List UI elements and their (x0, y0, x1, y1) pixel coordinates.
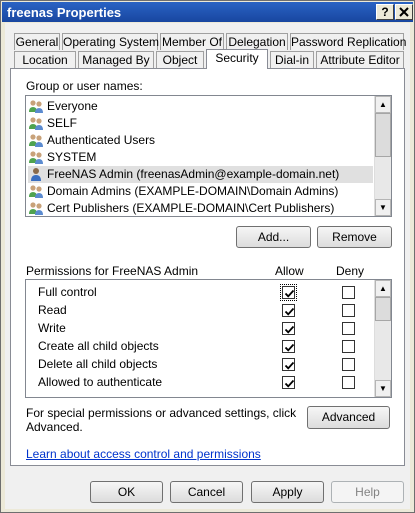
allow-header: Allow (275, 264, 304, 278)
title-bar[interactable]: freenas Properties ? (2, 2, 413, 22)
user-list-item[interactable]: Authenticated Users (28, 132, 373, 149)
scroll-thumb[interactable] (375, 297, 391, 321)
user-list-item[interactable]: Everyone (28, 98, 373, 115)
user-icon (28, 167, 44, 181)
allow-checkbox[interactable] (282, 358, 295, 371)
permissions-list[interactable]: Full control Read Write Create all child ob… (25, 279, 392, 398)
tab-general[interactable]: General (14, 33, 60, 50)
group-users-label: Group or user names: (26, 79, 143, 93)
scroll-down-arrow-icon[interactable]: ▼ (375, 380, 391, 397)
group-icon (28, 116, 44, 130)
special-permissions-text-line2: Advanced. (26, 420, 83, 434)
scroll-thumb[interactable] (375, 113, 391, 157)
scroll-up-arrow-icon[interactable]: ▲ (375, 280, 391, 297)
group-icon (28, 133, 44, 147)
user-list-item[interactable]: SELF (28, 115, 373, 132)
tab-object[interactable]: Object (156, 51, 204, 68)
deny-checkbox[interactable] (342, 376, 355, 389)
user-name: SYSTEM (47, 150, 97, 164)
user-name: Everyone (47, 99, 98, 113)
special-permissions-text-line1: For special permissions or advanced sett… (26, 406, 297, 420)
user-list-item[interactable]: SYSTEM (28, 149, 373, 166)
group-icon (28, 201, 44, 215)
user-name: Cert Publishers (EXAMPLE-DOMAIN\Cert Pub… (47, 201, 335, 215)
allow-checkbox[interactable] (282, 304, 295, 317)
tab-attribute-editor[interactable]: Attribute Editor (316, 51, 404, 68)
user-name: Authenticated Users (47, 133, 156, 147)
deny-header: Deny (336, 264, 365, 278)
user-list-item[interactable]: Domain Admins (EXAMPLE-DOMAIN\Domain Adm… (28, 183, 373, 200)
user-name: Domain Admins (EXAMPLE-DOMAIN\Domain Adm… (47, 184, 339, 198)
cancel-button[interactable]: Cancel (170, 481, 243, 503)
allow-checkbox[interactable] (282, 322, 295, 335)
scroll-up-arrow-icon[interactable]: ▲ (375, 96, 391, 113)
deny-checkbox[interactable] (342, 322, 355, 335)
remove-button[interactable]: Remove (317, 226, 392, 248)
group-icon (28, 99, 44, 113)
deny-checkbox[interactable] (342, 304, 355, 317)
user-name: FreeNAS Admin (freenasAdmin@example-doma… (47, 167, 340, 181)
permission-name: Write (38, 321, 66, 335)
group-icon (28, 184, 44, 198)
permission-name: Allowed to authenticate (38, 375, 163, 389)
close-icon (399, 7, 409, 17)
permission-name: Create all child objects (38, 339, 159, 353)
tab-operating-system[interactable]: Operating System (62, 33, 159, 50)
user-list[interactable]: Everyone SELF Authenticated Users SYSTEM Fre… (25, 95, 392, 217)
ok-button[interactable]: OK (90, 481, 163, 503)
close-button[interactable] (395, 4, 413, 20)
tab-security[interactable]: Security (206, 49, 268, 69)
allow-checkbox[interactable] (280, 284, 297, 301)
tab-managed-by[interactable]: Managed By (78, 51, 154, 68)
allow-checkbox[interactable] (282, 340, 295, 353)
add-button[interactable]: Add... (236, 226, 311, 248)
learn-access-control-link[interactable]: Learn about access control and permissio… (26, 447, 261, 461)
deny-checkbox[interactable] (342, 358, 355, 371)
tab-location[interactable]: Location (14, 51, 76, 68)
allow-checkbox[interactable] (282, 376, 295, 389)
permission-name: Delete all child objects (38, 357, 158, 371)
scroll-down-arrow-icon[interactable]: ▼ (375, 199, 391, 216)
user-name: SELF (47, 116, 78, 130)
properties-window: freenas Properties ? General Operating S… (0, 0, 415, 513)
permissions-scrollbar[interactable]: ▲ ▼ (374, 280, 391, 397)
window-title: freenas Properties (7, 5, 122, 20)
user-list-item[interactable]: Cert Publishers (EXAMPLE-DOMAIN\Cert Pub… (28, 200, 373, 216)
group-icon (28, 150, 44, 164)
advanced-button[interactable]: Advanced (307, 406, 390, 429)
user-list-item[interactable]: FreeNAS Admin (freenasAdmin@example-doma… (28, 166, 373, 183)
permission-name: Read (38, 303, 67, 317)
tab-member-of[interactable]: Member Of (160, 33, 224, 50)
tab-delegation[interactable]: Delegation (226, 33, 288, 50)
permission-name: Full control (38, 285, 97, 299)
tab-dial-in[interactable]: Dial-in (270, 51, 314, 68)
deny-checkbox[interactable] (342, 340, 355, 353)
deny-checkbox[interactable] (342, 286, 355, 299)
user-list-scrollbar[interactable]: ▲ ▼ (374, 96, 391, 216)
permissions-label: Permissions for FreeNAS Admin (26, 264, 199, 278)
tab-password-replication[interactable]: Password Replication (290, 33, 406, 50)
apply-button[interactable]: Apply (251, 481, 324, 503)
help-button[interactable]: Help (331, 481, 404, 503)
security-tab-page: Group or user names: Everyone SELF Authent… (10, 68, 405, 466)
help-title-button[interactable]: ? (376, 4, 394, 20)
